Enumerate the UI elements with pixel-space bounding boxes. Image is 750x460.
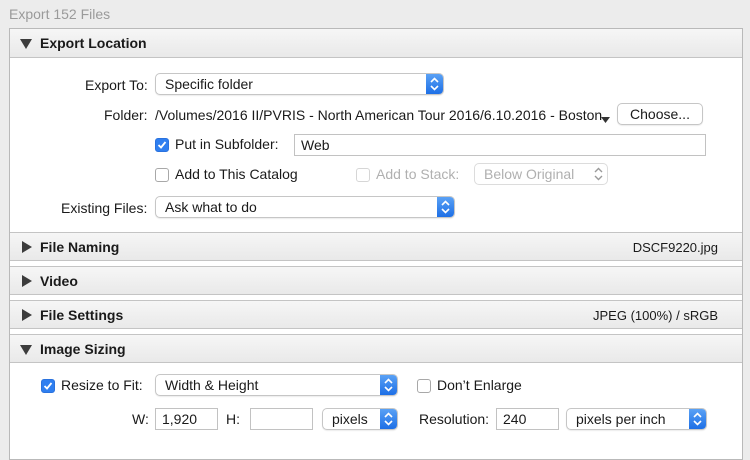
stepper-arrows-icon (380, 409, 397, 429)
subfolder-checkbox[interactable] (155, 138, 169, 152)
resize-to-fit-label[interactable]: Resize to Fit: (61, 377, 143, 393)
add-to-stack-label: Add to Stack: (376, 166, 460, 182)
stepper-arrows-icon (426, 74, 443, 94)
disclosure-collapsed-icon[interactable] (22, 309, 32, 321)
export-to-value: Specific folder (165, 76, 253, 92)
stepper-arrows-icon (590, 164, 607, 184)
choose-folder-button[interactable]: Choose... (617, 103, 703, 125)
height-label: H: (226, 411, 240, 427)
width-value: 1,920 (162, 411, 198, 427)
section-header-file-settings[interactable]: File Settings JPEG (100%) / sRGB (10, 300, 742, 329)
dont-enlarge-checkbox[interactable] (417, 379, 431, 393)
existing-files-label: Existing Files: (61, 200, 148, 216)
image-sizing-body: Resize to Fit: Width & Height Don’t Enla… (10, 363, 742, 449)
folder-label: Folder: (104, 107, 148, 123)
resolution-label: Resolution: (419, 411, 490, 427)
existing-files-value: Ask what to do (165, 199, 257, 215)
add-to-stack-checkbox[interactable] (356, 168, 370, 182)
resize-to-fit-checkbox[interactable] (41, 379, 55, 393)
section-title: Image Sizing (40, 341, 126, 357)
size-unit-select[interactable]: pixels (322, 408, 398, 430)
stepper-arrows-icon (380, 375, 397, 395)
resolution-value: 240 (503, 411, 527, 427)
export-location-body: Export To: Specific folder Folder: /Volu… (10, 58, 742, 225)
section-header-image-sizing[interactable]: Image Sizing (10, 334, 742, 363)
section-title: File Naming (40, 239, 120, 255)
add-to-catalog-checkbox[interactable] (155, 168, 169, 182)
section-header-file-naming[interactable]: File Naming DSCF9220.jpg (10, 232, 742, 261)
folder-path: /Volumes/2016 II/PVRIS - North American … (155, 107, 603, 123)
width-label: W: (132, 411, 149, 427)
folder-dropdown-icon[interactable] (601, 111, 610, 127)
dont-enlarge-label[interactable]: Don’t Enlarge (437, 377, 522, 393)
resolution-unit-select[interactable]: pixels per inch (566, 408, 707, 430)
stack-position-value: Below Original (484, 166, 575, 182)
stack-position-select[interactable]: Below Original (474, 163, 608, 185)
stepper-arrows-icon (437, 197, 454, 217)
size-unit-value: pixels (332, 411, 368, 427)
section-header-export-location[interactable]: Export Location (10, 29, 742, 58)
section-title: Video (40, 273, 78, 289)
export-to-select[interactable]: Specific folder (155, 73, 444, 95)
height-input[interactable] (250, 408, 313, 430)
resize-mode-value: Width & Height (165, 377, 259, 393)
section-summary: DSCF9220.jpg (632, 240, 718, 255)
checkmark-icon (157, 141, 167, 149)
add-to-catalog-label[interactable]: Add to This Catalog (175, 166, 298, 182)
subfolder-name-value: Web (301, 137, 330, 153)
disclosure-expanded-icon[interactable] (20, 39, 32, 49)
disclosure-expanded-icon[interactable] (20, 345, 32, 355)
resolution-unit-value: pixels per inch (576, 411, 666, 427)
checkmark-icon (43, 382, 53, 390)
section-title: File Settings (40, 307, 124, 323)
existing-files-select[interactable]: Ask what to do (155, 196, 455, 218)
disclosure-collapsed-icon[interactable] (22, 275, 32, 287)
subfolder-label[interactable]: Put in Subfolder: (175, 136, 279, 152)
stepper-arrows-icon (689, 409, 706, 429)
export-to-label: Export To: (85, 77, 148, 93)
section-header-video[interactable]: Video (10, 266, 742, 295)
section-summary: JPEG (100%) / sRGB (593, 308, 718, 323)
subfolder-name-input[interactable]: Web (294, 134, 706, 156)
resize-mode-select[interactable]: Width & Height (155, 374, 398, 396)
section-title: Export Location (40, 35, 147, 51)
disclosure-collapsed-icon[interactable] (22, 241, 32, 253)
export-panel: Export Location Export To: Specific fold… (9, 28, 743, 460)
resolution-input[interactable]: 240 (496, 408, 559, 430)
window-title: Export 152 Files (9, 6, 111, 22)
width-input[interactable]: 1,920 (155, 408, 218, 430)
